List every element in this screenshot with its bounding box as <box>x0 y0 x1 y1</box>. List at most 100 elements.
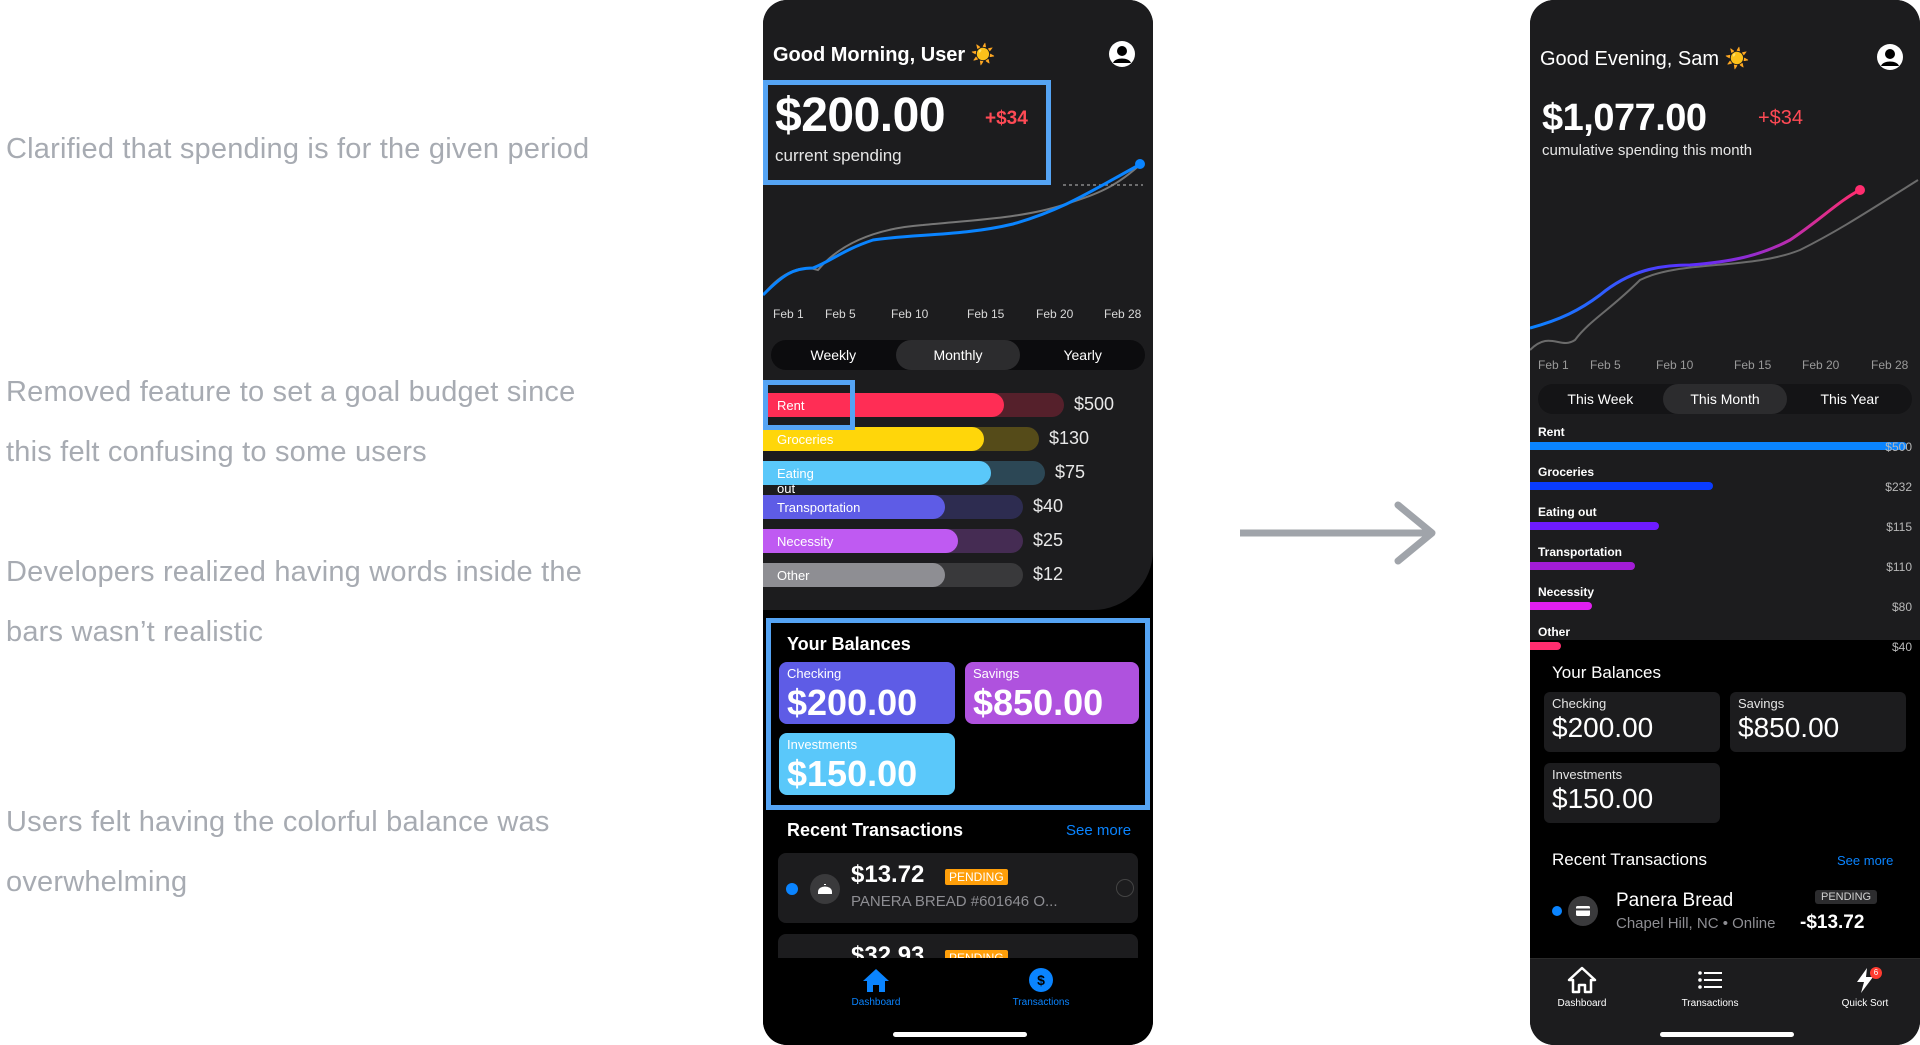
nav-transactions[interactable]: Transactions <box>1672 965 1748 1009</box>
bar-label: Other <box>1538 625 1571 639</box>
bar-value: $232 <box>1885 480 1912 494</box>
tab-this-year[interactable]: This Year <box>1787 384 1912 414</box>
bar-value: $25 <box>1033 530 1064 550</box>
category-bar-row[interactable]: Rent $500 <box>1530 425 1920 465</box>
recent-transactions-title: Recent Transactions <box>787 820 964 840</box>
nav-label: Dashboard <box>1557 998 1607 1009</box>
card-label: Checking <box>1552 696 1607 711</box>
notification-badge: 6 <box>1870 967 1882 979</box>
x-tick: Feb 1 <box>773 307 804 321</box>
bar-label: Eating out <box>1538 505 1597 519</box>
card-label: Investments <box>787 737 858 752</box>
annotation-text: this felt confusing to some users <box>6 436 427 468</box>
tab-monthly[interactable]: Monthly <box>895 340 1021 370</box>
investments-card[interactable]: Investments $150.00 <box>1544 763 1720 823</box>
chart-current-point <box>1135 159 1145 169</box>
pending-badge: PENDING <box>945 869 1008 885</box>
card-amount: $200.00 <box>787 682 918 723</box>
bar-label: Other <box>777 568 810 583</box>
nav-dashboard[interactable]: Dashboard <box>1552 965 1612 1009</box>
bar-label: Transportation <box>1538 545 1623 559</box>
profile-icon[interactable] <box>1876 43 1904 71</box>
category-bar-row[interactable]: Transportation $110 <box>1530 545 1920 585</box>
bar-label: Rent <box>1538 425 1565 439</box>
category-bar-row[interactable]: Necessity $80 <box>1530 585 1920 625</box>
card-amount: $150.00 <box>1552 783 1654 814</box>
x-tick: Feb 1 <box>1538 358 1569 372</box>
savings-card[interactable]: Savings $850.00 <box>1730 692 1906 752</box>
investments-card[interactable]: Investments $150.00 <box>779 733 955 795</box>
transaction-row[interactable]: Panera Bread Chapel Hill, NC • Online PE… <box>1540 882 1910 942</box>
transaction-amount: $13.72 <box>851 861 925 888</box>
bar-value: $500 <box>1074 394 1115 414</box>
x-tick: Feb 5 <box>1590 358 1621 372</box>
bar-value: $500 <box>1885 440 1912 454</box>
card-label: Checking <box>787 666 842 681</box>
dollar-icon: $ <box>1029 968 1053 992</box>
bar-fill <box>1530 562 1635 570</box>
card-label: Investments <box>1552 767 1623 782</box>
tab-yearly[interactable]: Yearly <box>1020 340 1145 370</box>
period-tabs: This Week This Month This Year <box>1538 384 1912 414</box>
x-tick: Feb 10 <box>891 307 929 321</box>
transaction-amount: -$13.72 <box>1800 912 1865 933</box>
profile-icon[interactable] <box>1108 40 1136 68</box>
checking-card[interactable]: Checking $200.00 <box>1544 692 1720 752</box>
see-more-link[interactable]: See more <box>1837 853 1893 868</box>
nav-quick-sort[interactable]: 6 Quick Sort <box>1830 965 1900 1009</box>
nav-label: Quick Sort <box>1841 998 1889 1009</box>
annotation-text: Clarified that spending is for the given… <box>6 133 590 165</box>
bar-value: $110 <box>1886 560 1912 574</box>
bar-fill <box>1530 482 1713 490</box>
chart-line-current <box>1530 188 1861 330</box>
annotation-clarified-period: Clarified that spending is for the given… <box>6 119 589 179</box>
bar-value: $115 <box>1886 520 1912 534</box>
bar-value: $130 <box>1049 428 1090 448</box>
x-tick: Feb 15 <box>1734 358 1772 372</box>
card-label: Savings <box>973 666 1020 681</box>
spending-line-chart <box>763 159 1145 297</box>
category-bar-row[interactable]: Other $40 <box>1530 625 1920 665</box>
bar-label: Necessity <box>777 534 834 549</box>
bar-fill <box>1530 642 1561 650</box>
category-bar-row[interactable]: Eating out $115 <box>1530 505 1920 545</box>
annotation-words-in-bars: Developers realized having words inside … <box>6 542 582 662</box>
bottom-nav: Dashboard $ Transactions <box>763 958 1153 1045</box>
card-amount: $150.00 <box>787 753 918 794</box>
transaction-merchant: PANERA BREAD #601646 O... <box>851 893 1058 910</box>
see-more-link[interactable]: See more <box>1066 822 1131 839</box>
x-tick: Feb 20 <box>1036 307 1074 321</box>
bar-value: $40 <box>1891 640 1912 654</box>
transaction-location: Chapel Hill, NC • Online <box>1616 915 1776 932</box>
bar-fill <box>1530 522 1659 530</box>
nav-dashboard[interactable]: Dashboard <box>849 966 903 1008</box>
category-bar-row[interactable]: Groceries $232 <box>1530 465 1920 505</box>
pending-badge: PENDING <box>1815 890 1878 904</box>
annotation-text: overwhelming <box>6 866 188 898</box>
transaction-row[interactable]: $13.72 PENDING PANERA BREAD #601646 O... <box>778 853 1138 923</box>
annotation-text: Removed feature to set a goal budget sin… <box>6 376 576 408</box>
chart-line-previous <box>763 161 1144 296</box>
home-icon <box>1567 966 1597 994</box>
card-label: Savings <box>1738 696 1785 711</box>
tab-this-month[interactable]: This Month <box>1662 384 1788 414</box>
bar-label: Transportation <box>777 500 861 515</box>
savings-card[interactable]: Savings $850.00 <box>965 662 1139 724</box>
recent-transactions-title: Recent Transactions <box>1552 850 1707 869</box>
balances-title: Your Balances <box>1552 663 1662 682</box>
nav-transactions[interactable]: $ Transactions <box>1001 966 1081 1008</box>
bar-label: Eating out <box>777 466 814 496</box>
bar-label: Groceries <box>777 432 834 447</box>
list-icon <box>1698 971 1722 989</box>
bar-value: $75 <box>1055 462 1086 482</box>
unread-dot <box>1552 906 1562 916</box>
select-radio[interactable] <box>1116 879 1134 897</box>
checking-card[interactable]: Checking $200.00 <box>779 662 955 724</box>
greeting: Good Evening, Sam ☀️ <box>1540 48 1750 70</box>
card-amount: $200.00 <box>1552 712 1654 743</box>
tab-weekly[interactable]: Weekly <box>771 340 896 370</box>
phone-before: Good Morning, User ☀️ $200.00 +$34 curre… <box>763 0 1153 1045</box>
tab-this-week[interactable]: This Week <box>1538 384 1663 414</box>
unread-dot <box>786 883 798 895</box>
svg-text:$: $ <box>1037 972 1045 988</box>
